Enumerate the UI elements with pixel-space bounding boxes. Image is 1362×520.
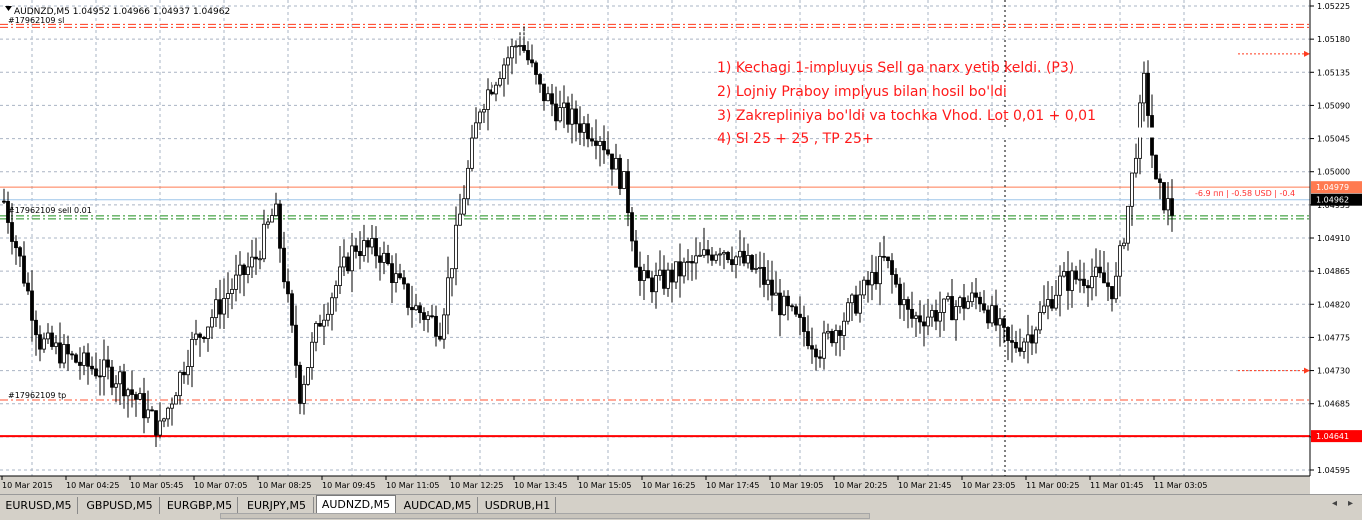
y-tick-label: 1.05135 (1317, 68, 1350, 77)
sl-order-label: #17962109 sl (8, 16, 64, 25)
candle (622, 171, 626, 190)
x-tick-label: 10 Mar 16:25 (642, 481, 695, 490)
y-tick-label: 1.05180 (1317, 35, 1350, 44)
y-tick-label: 1.04910 (1317, 234, 1350, 243)
annotation-line-1: 1) Kechagi 1-impluyus Sell ga narx yetib… (717, 60, 1074, 76)
x-tick-label: 11 Mar 03:05 (1154, 481, 1207, 490)
y-tick-label: 1.05045 (1317, 135, 1350, 144)
y-tick-label: 1.04775 (1317, 333, 1350, 342)
tab-gbpusd[interactable]: GBPUSD,M5 (80, 497, 160, 514)
x-tick-label: 10 Mar 20:25 (834, 481, 887, 490)
tab-eurusd[interactable]: EURUSD,M5 (0, 497, 78, 514)
annotation-line-4: 4) Sl 25 + 25 , TP 25+ (717, 131, 874, 147)
x-tick-label: 10 Mar 05:45 (130, 481, 183, 490)
x-tick-label: 10 Mar 21:45 (898, 481, 951, 490)
level-bid-price-label: 1.04962 (1316, 196, 1349, 205)
x-tick-label: 10 Mar 07:05 (194, 481, 247, 490)
tab-audcad[interactable]: AUDCAD,M5 (398, 497, 478, 514)
x-axis-ticks: 10 Mar 2015 10 Mar 04:25 10 Mar 05:45 10 Ma… (1, 476, 1207, 490)
y-tick-label: 1.05000 (1317, 168, 1350, 177)
annotation-line-2: 2) Lojniy Praboy implyus bilan hosil bo'… (717, 84, 1007, 100)
y-tick-label: 1.04730 (1317, 367, 1350, 376)
x-tick-label: 10 Mar 19:05 (770, 481, 823, 490)
level-support-price-label: 1.04641 (1316, 432, 1349, 441)
y-tick-label: 1.04595 (1317, 466, 1350, 475)
x-tick-label: 10 Mar 15:05 (578, 481, 631, 490)
sell-order-label: #17962109 sell 0.01 (8, 206, 92, 215)
tab-audnzd[interactable]: AUDNZD,M5 (316, 495, 396, 515)
y-tick-label: 1.04865 (1317, 267, 1350, 276)
x-tick-label: 11 Mar 00:25 (1026, 481, 1079, 490)
x-tick-label: 10 Mar 08:25 (258, 481, 311, 490)
candle (1154, 154, 1158, 180)
tab-scroll-left-icon[interactable]: ◂ (1332, 498, 1337, 509)
y-tick-label: 1.05225 (1317, 2, 1350, 11)
y-tick-label: 1.04820 (1317, 300, 1350, 309)
x-tick-label: 10 Mar 17:45 (706, 481, 759, 490)
tab-usdrub[interactable]: USDRUB,H1 (480, 497, 556, 514)
x-tick-label: 10 Mar 11:05 (386, 481, 439, 490)
profit-label: -6.9 пп | -0.58 USD | -0.4 (1195, 189, 1295, 198)
tab-eurjpy[interactable]: EURJPY,M5 (240, 497, 314, 514)
candle (618, 154, 622, 196)
level-entry-price-label: 1.04979 (1316, 183, 1349, 192)
x-tick-label: 10 Mar 23:05 (962, 481, 1015, 490)
horizontal-scrollbar[interactable] (220, 513, 870, 519)
candle (750, 253, 754, 273)
x-tick-label: 10 Mar 13:45 (514, 481, 567, 490)
candle (306, 366, 310, 386)
x-tick-label: 10 Mar 12:25 (450, 481, 503, 490)
x-tick-label: 10 Mar 2015 (2, 481, 53, 490)
x-tick-label: 10 Mar 04:25 (66, 481, 119, 490)
zone-right-fill (1000, 127, 1308, 138)
tp-order-label: #17962109 tp (8, 391, 66, 400)
annotation-line-3: 3) Zakrepliniya bo'ldi va tochka Vhod. L… (717, 108, 1096, 124)
price-chart[interactable]: 1.05225 1.05180 1.05135 1.05090 1.05045 1.050… (0, 0, 1362, 494)
x-tick-label: 10 Mar 09:45 (322, 481, 375, 490)
y-tick-label: 1.05090 (1317, 101, 1350, 110)
tab-eurgbp[interactable]: EURGBP,M5 (162, 497, 238, 514)
x-tick-label: 11 Mar 01:45 (1090, 481, 1143, 490)
mt4-chart-window: 1.05225 1.05180 1.05135 1.05090 1.05045 1.050… (0, 0, 1362, 520)
y-tick-label: 1.04685 (1317, 400, 1350, 409)
tab-scroll-right-icon[interactable]: ▸ (1348, 498, 1353, 509)
candle (1162, 182, 1166, 214)
